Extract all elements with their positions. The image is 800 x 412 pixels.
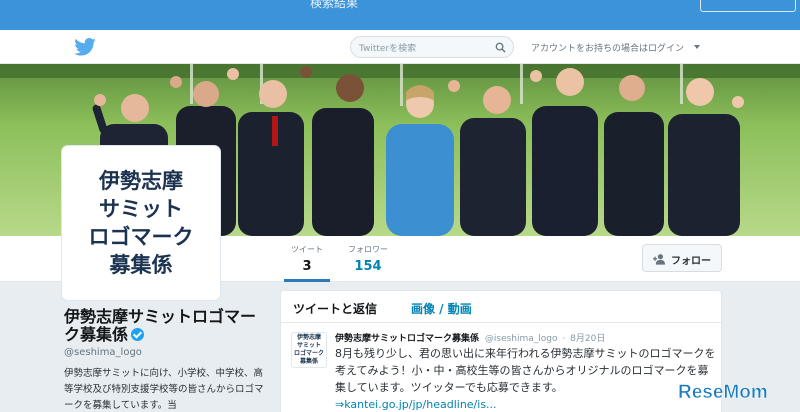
tweet-avatar-text: 伊勢志摩 サミット ロゴマーク 募集係 — [294, 334, 324, 366]
stat-tweets-label: ツイート — [291, 245, 323, 254]
top-nav: Twitterを検索 アカウントをお持ちの場合は ログイン — [0, 30, 800, 64]
top-strip: 検索結果 — [0, 0, 800, 30]
tab-media[interactable]: 画像 / 動画 — [411, 300, 472, 317]
stat-tweets[interactable]: ツイート 3 — [284, 244, 330, 282]
tweet-avatar-line-4: 募集係 — [299, 358, 318, 365]
search-icon[interactable] — [495, 42, 506, 53]
tab-tweets-replies[interactable]: ツイートと返信 — [293, 300, 377, 317]
verified-badge-icon — [131, 328, 145, 341]
top-strip-box[interactable] — [700, 0, 796, 12]
search-input[interactable]: Twitterを検索 — [359, 41, 416, 54]
tweet-author-handle[interactable]: @iseshima_logo — [485, 334, 558, 344]
avatar-text: 伊勢志摩 サミット ロゴマーク 募集係 — [89, 167, 194, 279]
account-question: アカウントをお持ちの場合は — [531, 44, 649, 54]
tweet-separator: · — [562, 334, 566, 344]
profile-name[interactable]: 伊勢志摩サミットロゴマーク募集係 — [64, 308, 256, 344]
tweet-avatar-line-1: 伊勢志摩 — [296, 334, 321, 341]
avatar[interactable]: 伊勢志摩 サミット ロゴマーク 募集係 — [62, 146, 220, 300]
avatar-line-1: 伊勢志摩 — [99, 169, 183, 193]
watermark-text: ReseMom — [678, 382, 768, 403]
tweet[interactable]: 伊勢志摩 サミット ロゴマーク 募集係 伊勢志摩サミットロゴマーク募集係 @is… — [281, 324, 721, 412]
search-box[interactable]: Twitterを検索 — [350, 36, 514, 58]
login-link[interactable]: ログイン — [648, 41, 684, 54]
tweet-avatar-line-3: ロゴマーク — [293, 350, 324, 357]
avatar-line-2: サミット — [99, 197, 183, 221]
tweet-avatar[interactable]: 伊勢志摩 サミット ロゴマーク 募集係 — [291, 332, 327, 368]
profile-bio: 伊勢志摩サミットに向け、小学校、中学校、高等学校及び特別支援学校等の皆さんからロ… — [64, 368, 264, 411]
tweet-header: 伊勢志摩サミットロゴマーク募集係 @iseshima_logo · 8月20日 — [335, 331, 605, 344]
resemom-watermark-logo: ReseMom — [678, 382, 768, 404]
tweet-body: 8月も残り少し、君の思い出に来年行われる伊勢志摩サミットのロゴマークを考えてみよ… — [335, 347, 716, 394]
chevron-down-icon[interactable] — [694, 45, 700, 49]
add-user-icon — [653, 254, 666, 265]
avatar-line-3: ロゴマーク — [88, 225, 194, 249]
tweet-text: 8月も残り少し、君の思い出に来年行われる伊勢志摩サミットのロゴマークを考えてみよ… — [335, 345, 719, 412]
tweet-date[interactable]: 8月20日 — [570, 334, 605, 344]
stat-followers-value: 154 — [354, 259, 382, 274]
tweet-author-name[interactable]: 伊勢志摩サミットロゴマーク募集係 — [335, 334, 479, 344]
stat-followers[interactable]: フォロワー 154 — [344, 244, 392, 274]
follow-button-label: フォロー — [671, 256, 711, 267]
avatar-line-4: 募集係 — [109, 253, 173, 277]
follow-button[interactable]: フォロー — [642, 244, 722, 272]
top-strip-text: 検索結果 — [310, 0, 359, 10]
tweet-link[interactable]: ⇒kantei.go.jp/jp/headline/is... — [335, 398, 497, 411]
profile-handle[interactable]: @seshima_logo — [64, 347, 142, 358]
timeline-tabs: ツイートと返信 画像 / 動画 — [281, 291, 721, 323]
profile-name-text[interactable]: 伊勢志摩サミットロゴマーク募集係 — [64, 307, 256, 344]
timeline: ツイートと返信 画像 / 動画 伊勢志摩 サミット ロゴマーク 募集係 伊勢志摩… — [280, 290, 722, 412]
twitter-bird-icon[interactable] — [74, 38, 96, 56]
stat-followers-label: フォロワー — [348, 245, 388, 254]
avatar-logo: 伊勢志摩 サミット ロゴマーク 募集係 — [67, 151, 215, 295]
tweet-avatar-line-2: サミット — [296, 342, 321, 349]
stat-tweets-value: 3 — [302, 259, 312, 274]
